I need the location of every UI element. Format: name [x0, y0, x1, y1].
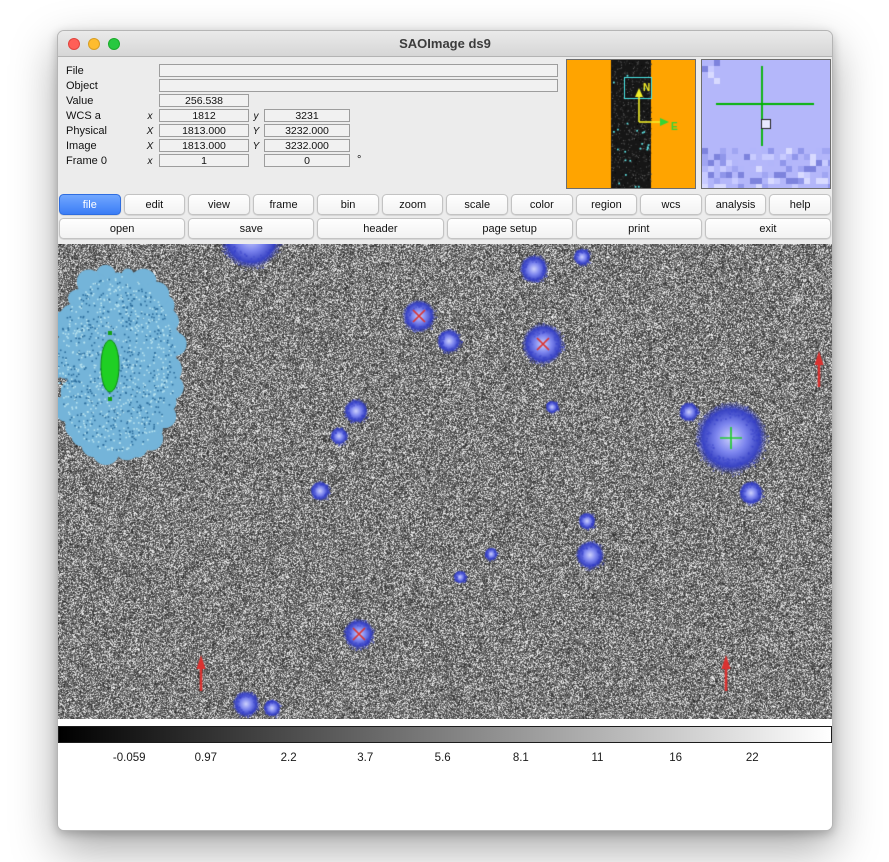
- wcs-label: WCS a: [66, 110, 101, 122]
- page-setup-button[interactable]: page setup: [447, 218, 573, 239]
- close-button[interactable]: [68, 38, 80, 50]
- menu-zoom[interactable]: zoom: [382, 194, 444, 215]
- menu-frame[interactable]: frame: [253, 194, 315, 215]
- degree-symbol: °: [357, 154, 361, 166]
- physical-x-label: X: [144, 126, 156, 137]
- menu-view[interactable]: view: [188, 194, 250, 215]
- object-field[interactable]: [159, 79, 558, 92]
- print-button[interactable]: print: [576, 218, 702, 239]
- main-image-canvas[interactable]: [58, 244, 833, 719]
- physical-x-value: 1813.000: [182, 125, 226, 137]
- wcs-x-value: 1812: [192, 110, 215, 122]
- menu-bin[interactable]: bin: [317, 194, 379, 215]
- colorbar-tick: 0.97: [195, 752, 217, 764]
- colorbar-gradient[interactable]: [58, 726, 832, 743]
- ds9-window: SAOImage ds9 File Object Value 256.538 W…: [57, 30, 833, 831]
- image-x-label: X: [144, 141, 156, 152]
- wcs-x-field[interactable]: 1812: [159, 109, 249, 122]
- colorbar-ticks: -0.059 0.97 2.2 3.7 5.6 8.1 11 16 22: [58, 752, 832, 768]
- desktop: SAOImage ds9 File Object Value 256.538 W…: [0, 0, 889, 862]
- menu-analysis[interactable]: analysis: [705, 194, 767, 215]
- magnifier-canvas[interactable]: [702, 60, 830, 188]
- physical-y-label: Y: [250, 126, 262, 137]
- object-label: Object: [66, 80, 98, 92]
- menu-edit[interactable]: edit: [124, 194, 186, 215]
- colorbar-tick: 22: [746, 752, 759, 764]
- image-y-value: 3232.000: [285, 140, 329, 152]
- traffic-lights: [68, 38, 120, 50]
- image-y-label: Y: [250, 141, 262, 152]
- frame-zoom-value: 1: [201, 155, 207, 167]
- colorbar-tick: 5.6: [435, 752, 451, 764]
- colorbar-tick: 16: [669, 752, 682, 764]
- colorbar-tick: -0.059: [113, 752, 146, 764]
- wcs-y-field[interactable]: 3231: [264, 109, 350, 122]
- physical-y-field[interactable]: 3232.000: [264, 124, 350, 137]
- window-title: SAOImage ds9: [399, 36, 491, 51]
- colorbar-tick: 3.7: [357, 752, 373, 764]
- image-display[interactable]: [58, 244, 833, 719]
- pixel-value: 256.538: [185, 95, 223, 107]
- colorbar-tick: 11: [591, 752, 603, 764]
- menu-file[interactable]: file: [59, 194, 121, 215]
- frame-rotation-field[interactable]: 0: [264, 154, 350, 167]
- file-action-bar: open save header page setup print exit: [59, 218, 831, 239]
- magnifier-panel[interactable]: [701, 59, 831, 189]
- wcs-y-label: y: [250, 111, 262, 122]
- file-label: File: [66, 65, 84, 77]
- menu-scale[interactable]: scale: [446, 194, 508, 215]
- image-label: Image: [66, 140, 97, 152]
- frame-label: Frame 0: [66, 155, 107, 167]
- colorbar-tick: 2.2: [281, 752, 297, 764]
- title-bar[interactable]: SAOImage ds9: [58, 31, 832, 57]
- panner-panel[interactable]: [566, 59, 696, 189]
- value-field[interactable]: 256.538: [159, 94, 249, 107]
- minimize-button[interactable]: [88, 38, 100, 50]
- value-label: Value: [66, 95, 93, 107]
- panner-canvas[interactable]: [567, 60, 695, 188]
- info-panel: File Object Value 256.538 WCS a x 1812 y…: [58, 57, 832, 194]
- menu-region[interactable]: region: [576, 194, 638, 215]
- physical-label: Physical: [66, 125, 107, 137]
- zoom-button[interactable]: [108, 38, 120, 50]
- physical-y-value: 3232.000: [285, 125, 329, 137]
- colorbar-tick: 8.1: [513, 752, 529, 764]
- wcs-x-label: x: [144, 111, 156, 122]
- physical-x-field[interactable]: 1813.000: [159, 124, 249, 137]
- image-x-field[interactable]: 1813.000: [159, 139, 249, 152]
- frame-x-label: x: [144, 156, 156, 167]
- open-button[interactable]: open: [59, 218, 185, 239]
- image-x-value: 1813.000: [182, 140, 226, 152]
- colorbar-section: -0.059 0.97 2.2 3.7 5.6 8.1 11 16 22: [58, 719, 832, 831]
- menu-color[interactable]: color: [511, 194, 573, 215]
- menu-help[interactable]: help: [769, 194, 831, 215]
- menu-wcs[interactable]: wcs: [640, 194, 702, 215]
- header-button[interactable]: header: [317, 218, 443, 239]
- exit-button[interactable]: exit: [705, 218, 831, 239]
- frame-zoom-field[interactable]: 1: [159, 154, 249, 167]
- wcs-y-value: 3231: [295, 110, 318, 122]
- image-y-field[interactable]: 3232.000: [264, 139, 350, 152]
- save-button[interactable]: save: [188, 218, 314, 239]
- file-field[interactable]: [159, 64, 558, 77]
- frame-rotation-value: 0: [304, 155, 310, 167]
- menu-bar: file edit view frame bin zoom scale colo…: [59, 194, 831, 215]
